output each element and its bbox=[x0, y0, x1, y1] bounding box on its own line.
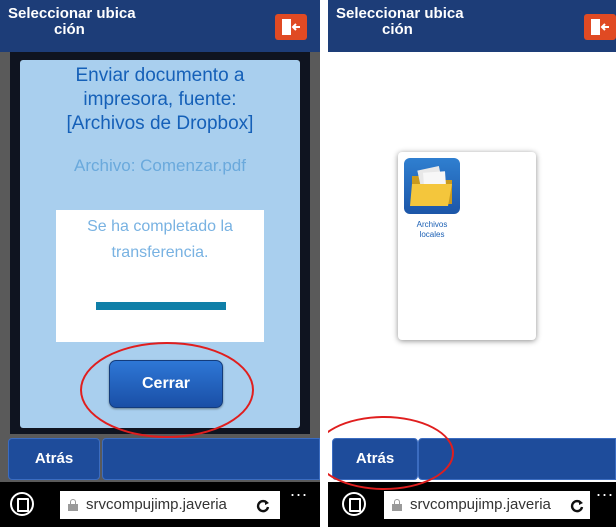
lock-icon bbox=[68, 499, 78, 511]
screen-select-location: Seleccionar ubica ción Archivos locales … bbox=[328, 0, 616, 527]
transfer-status-box: Se ha completado la transferencia. bbox=[56, 210, 264, 342]
progress-bar bbox=[96, 302, 226, 310]
local-files-tile[interactable]: Archivos locales bbox=[398, 152, 536, 340]
more-menu-icon[interactable]: ... bbox=[596, 480, 614, 501]
dialog-title-line2: impresora, fuente: bbox=[83, 89, 237, 110]
back-button[interactable]: Atrás bbox=[8, 438, 100, 480]
refresh-icon[interactable] bbox=[570, 499, 584, 513]
app-header: Seleccionar ubica ción bbox=[328, 0, 616, 52]
tabs-icon[interactable] bbox=[342, 492, 366, 516]
lock-icon bbox=[392, 499, 402, 511]
exit-button[interactable] bbox=[275, 14, 307, 40]
screen-transfer-complete: Seleccionar ubica ción Enviar documento … bbox=[0, 0, 320, 527]
file-name-label: Archivo: Comenzar.pdf bbox=[74, 156, 246, 175]
page-title-line1: Seleccionar ubica bbox=[8, 5, 136, 22]
page-title-line2: ción bbox=[54, 21, 85, 38]
bottom-nav: Atrás bbox=[0, 434, 320, 482]
tabs-icon[interactable] bbox=[10, 492, 34, 516]
exit-door-icon bbox=[282, 19, 300, 35]
refresh-icon[interactable] bbox=[256, 499, 270, 513]
tile-label-line1: Archivos bbox=[416, 220, 448, 229]
page-title-line2: ción bbox=[382, 21, 413, 38]
url-text: srvcompujimp.javeria bbox=[410, 496, 551, 513]
app-header: Seleccionar ubica ción bbox=[0, 0, 320, 52]
transfer-status-line1: Se ha completado la bbox=[87, 218, 233, 235]
folder-icon bbox=[404, 158, 460, 214]
tile-label: Archivos locales bbox=[404, 220, 460, 240]
page-title: Seleccionar ubica ción bbox=[8, 6, 178, 38]
transfer-status-line2: transferencia. bbox=[111, 244, 209, 261]
browser-toolbar: srvcompujimp.javeria ... bbox=[0, 480, 320, 527]
address-bar[interactable]: srvcompujimp.javeria bbox=[60, 491, 280, 519]
page-title: Seleccionar ubica ción bbox=[336, 6, 506, 38]
page-title-line1: Seleccionar ubica bbox=[336, 5, 464, 22]
more-menu-icon[interactable]: ... bbox=[290, 480, 308, 501]
address-bar[interactable]: srvcompujimp.javeria bbox=[384, 491, 590, 519]
progress-bar-fill bbox=[96, 302, 226, 310]
annotation-circle bbox=[80, 342, 254, 438]
folder-graphic bbox=[410, 166, 452, 206]
url-text: srvcompujimp.javeria bbox=[86, 496, 227, 513]
exit-door-icon bbox=[591, 19, 609, 35]
nav-empty-slot bbox=[102, 438, 320, 480]
dialog-title: Enviar documento a impresora, fuente: [A… bbox=[20, 64, 300, 136]
transfer-status-text: Se ha completado la transferencia. bbox=[56, 214, 264, 266]
tile-label-line2: locales bbox=[419, 230, 445, 239]
dialog-title-line3: [Archivos de Dropbox] bbox=[66, 113, 254, 134]
dialog-title-line1: Enviar documento a bbox=[75, 65, 245, 86]
exit-button[interactable] bbox=[584, 14, 616, 40]
